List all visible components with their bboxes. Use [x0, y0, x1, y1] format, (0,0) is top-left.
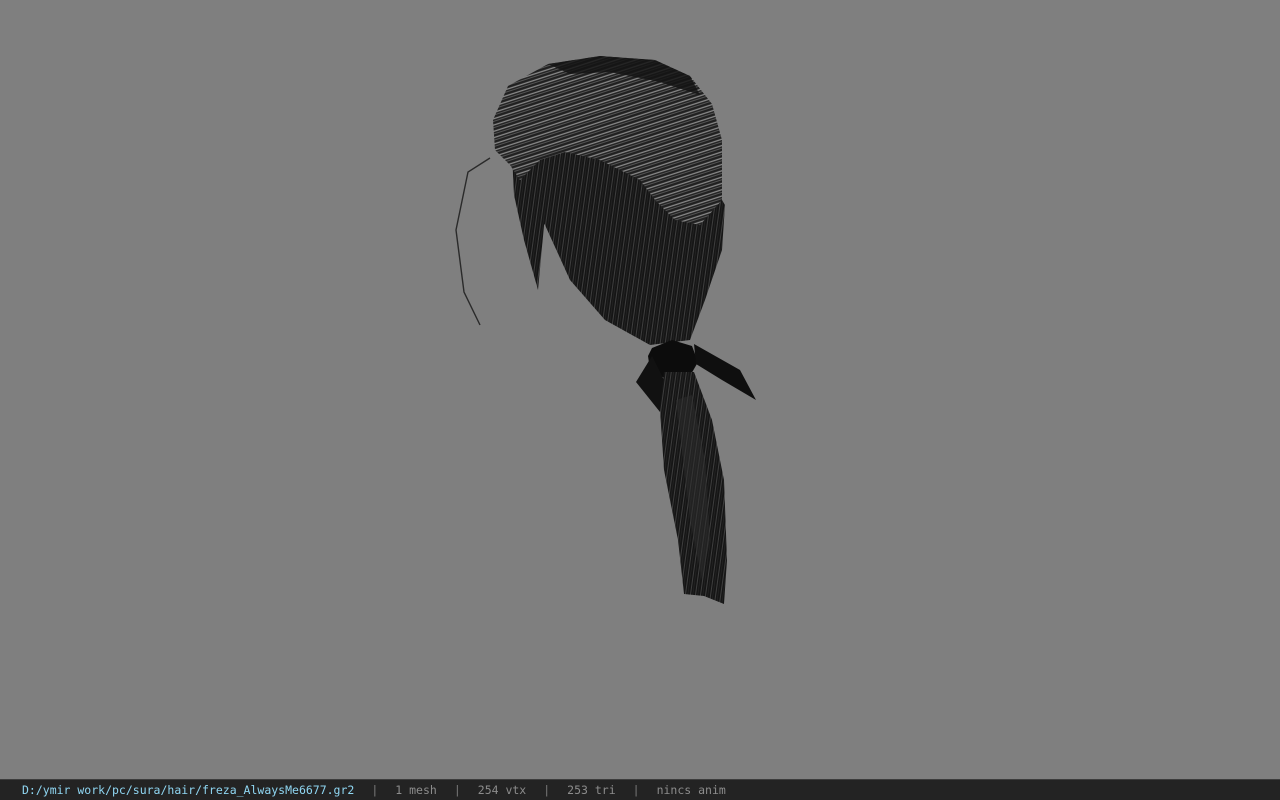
tie-ribbon-right: [694, 344, 756, 400]
model-file-path: D:/ymir work/pc/sura/hair/freza_AlwaysMe…: [22, 783, 355, 797]
triangle-count: 253 tri: [567, 783, 616, 797]
status-separator: |: [543, 783, 551, 797]
animation-status: nincs anim: [656, 783, 726, 797]
status-separator: |: [632, 783, 640, 797]
status-bar: D:/ymir work/pc/sura/hair/freza_AlwaysMe…: [0, 779, 1280, 800]
vertex-count: 254 vtx: [477, 783, 527, 797]
hair-model: [455, 56, 756, 604]
mesh-count: 1 mesh: [395, 783, 437, 797]
hair-wire: [455, 157, 491, 326]
3d-viewport[interactable]: [0, 0, 1280, 779]
status-separator: |: [453, 783, 461, 797]
status-separator: |: [371, 783, 379, 797]
